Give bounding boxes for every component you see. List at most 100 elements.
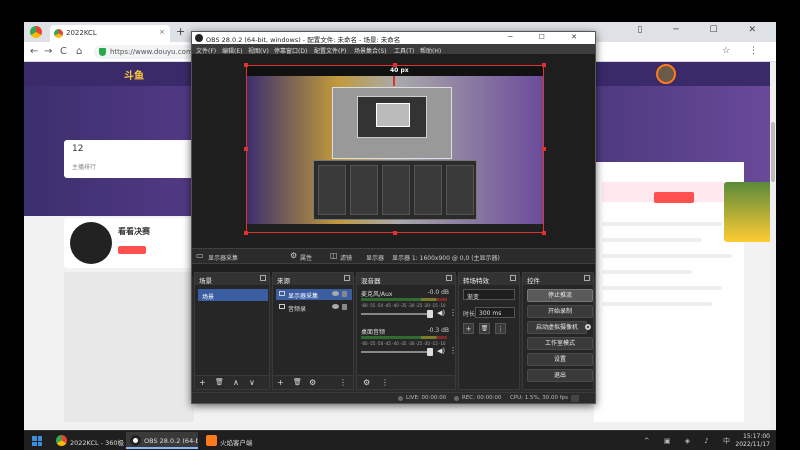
chat-action-button[interactable] bbox=[654, 192, 694, 203]
forward-icon[interactable]: → bbox=[44, 46, 52, 57]
sources-title: 来源 bbox=[277, 277, 290, 285]
speaker-icon[interactable]: ◀) bbox=[437, 347, 445, 355]
studio-mode-button[interactable]: 工作室模式 bbox=[527, 337, 593, 350]
volume-slider[interactable] bbox=[361, 348, 433, 356]
undock-icon[interactable] bbox=[510, 275, 516, 281]
clock-time: 15:17:00 bbox=[743, 433, 770, 440]
undock-icon[interactable] bbox=[344, 275, 350, 281]
exit-button[interactable]: 退出 bbox=[527, 369, 593, 382]
display-select[interactable]: 显示器 1: 1600x900 @ 0,0 (主显示器) bbox=[392, 253, 500, 262]
reload-icon[interactable]: C bbox=[60, 46, 67, 57]
controls-title: 控件 bbox=[527, 277, 540, 285]
system-tray-icons[interactable]: ^ ▣ ◈ ♪ 中 bbox=[644, 436, 736, 446]
mixer-footer: ⚙ ⋮ bbox=[357, 375, 455, 389]
gear-icon[interactable]: ⚙ bbox=[363, 378, 370, 387]
scene-item[interactable]: 场景 bbox=[198, 289, 268, 301]
more-icon[interactable]: ⋮ bbox=[449, 308, 457, 317]
follow-badge[interactable] bbox=[118, 246, 146, 254]
move-down-icon[interactable]: ∨ bbox=[249, 378, 255, 387]
obs-preview[interactable]: 40 px bbox=[192, 54, 595, 276]
obs-window-controls[interactable]: ─ ☐ ✕ bbox=[508, 33, 589, 41]
tab-close-icon[interactable]: × bbox=[159, 28, 165, 36]
preview-capture bbox=[247, 76, 543, 232]
browser-logo-icon[interactable] bbox=[30, 26, 42, 38]
start-icon[interactable] bbox=[32, 436, 42, 446]
mirror-panel bbox=[350, 165, 378, 215]
site-stats-card[interactable]: 12 主播排行 bbox=[64, 140, 194, 178]
transition-select[interactable]: 渐变 bbox=[463, 289, 515, 301]
stat-count: 12 bbox=[72, 144, 84, 154]
resize-handle[interactable] bbox=[542, 63, 546, 67]
obs-icon bbox=[130, 435, 141, 446]
filters-button[interactable]: 滤镜 bbox=[340, 253, 352, 262]
remove-transition-button[interactable]: 🗑 bbox=[479, 323, 490, 334]
settings-button[interactable]: 设置 bbox=[527, 353, 593, 366]
filter-icon[interactable]: ◫ bbox=[330, 251, 338, 260]
source-item[interactable]: 显示器采集 bbox=[276, 289, 352, 300]
resize-handle[interactable] bbox=[244, 147, 248, 151]
browser-icon bbox=[56, 435, 67, 446]
mixer-header: 混音器 bbox=[357, 273, 455, 285]
add-transition-button[interactable]: + bbox=[463, 323, 474, 334]
lock-icon[interactable] bbox=[342, 304, 347, 310]
scenes-title: 场景 bbox=[199, 277, 212, 285]
user-avatar[interactable] bbox=[656, 64, 676, 84]
start-virtual-camera-button[interactable]: 启动虚拟摄像机 bbox=[527, 321, 587, 334]
taskbar-app-flame[interactable]: 火焰客户端 bbox=[202, 432, 274, 449]
home-icon[interactable]: ⌂ bbox=[76, 46, 82, 57]
duration-input[interactable]: 300 ms bbox=[475, 307, 515, 318]
resize-handle[interactable] bbox=[393, 231, 397, 235]
more-icon[interactable]: ⋮ bbox=[339, 378, 347, 387]
live-time: LIVE: 00:00:00 bbox=[406, 395, 447, 401]
slider-knob[interactable] bbox=[427, 348, 433, 356]
lock-icon[interactable] bbox=[342, 291, 347, 297]
eye-icon[interactable] bbox=[332, 291, 339, 296]
undock-icon[interactable] bbox=[584, 275, 590, 281]
undock-icon[interactable] bbox=[446, 275, 452, 281]
speaker-icon[interactable]: ◀) bbox=[437, 309, 445, 317]
add-icon[interactable]: + bbox=[199, 378, 206, 387]
address-bar[interactable]: https://www.douyu.com/9 bbox=[94, 45, 194, 59]
properties-button[interactable]: 属性 bbox=[300, 253, 312, 262]
back-icon[interactable]: ← bbox=[30, 46, 38, 57]
more-icon[interactable]: ⋮ bbox=[449, 346, 457, 355]
start-recording-button[interactable]: 开始录制 bbox=[527, 305, 593, 318]
transition-more-button[interactable]: ⋮ bbox=[495, 323, 506, 334]
resize-handle[interactable] bbox=[244, 63, 248, 67]
more-icon[interactable]: ⋮ bbox=[381, 378, 389, 387]
taskbar-app-browser[interactable]: 2022KCL - 360极... bbox=[52, 432, 124, 449]
slider-knob[interactable] bbox=[427, 310, 433, 318]
site-ad-image[interactable] bbox=[724, 182, 772, 242]
browser-menu-icons[interactable]: ☆ ⋮ bbox=[722, 46, 766, 56]
resize-handle[interactable] bbox=[393, 63, 397, 67]
trash-icon[interactable]: 🗑 bbox=[293, 378, 302, 386]
windows-taskbar: 2022KCL - 360极... OBS 28.0.2 (64-bi... 火… bbox=[24, 430, 776, 450]
streamer-card[interactable]: 看看决赛 bbox=[64, 218, 194, 268]
gear-icon[interactable]: ⚙ bbox=[309, 378, 316, 387]
resize-handle[interactable] bbox=[542, 147, 546, 151]
undock-icon[interactable] bbox=[260, 275, 266, 281]
taskbar-app-obs[interactable]: OBS 28.0.2 (64-bi... bbox=[126, 432, 198, 449]
source-item[interactable]: 音频录 bbox=[276, 302, 352, 313]
move-up-icon[interactable]: ∧ bbox=[233, 378, 239, 387]
eye-icon[interactable] bbox=[332, 304, 339, 309]
add-icon[interactable]: + bbox=[277, 378, 284, 387]
scrollbar-thumb[interactable] bbox=[771, 122, 775, 182]
stop-streaming-button[interactable]: 停止推流 bbox=[527, 289, 593, 302]
trash-icon[interactable]: 🗑 bbox=[215, 378, 224, 386]
browser-window-controls[interactable]: ▯ ─ ☐ ✕ bbox=[637, 25, 770, 35]
meter-scale: -60 -55 -50 -45 -40 -35 -30 -25 -20 -15 … bbox=[361, 303, 447, 308]
browser-scrollbar[interactable] bbox=[770, 62, 776, 430]
gear-icon[interactable] bbox=[585, 324, 591, 330]
new-tab-button[interactable]: + bbox=[176, 25, 185, 38]
resize-handle[interactable] bbox=[542, 231, 546, 235]
taskbar-clock[interactable]: 15:17:00 2022/11/17 bbox=[735, 433, 770, 449]
browser-tab[interactable]: 2022KCL × bbox=[50, 25, 170, 42]
obs-titlebar[interactable]: OBS 28.0.2 (64-bit, windows) - 配置文件: 未命名… bbox=[192, 32, 595, 44]
resize-handle[interactable] bbox=[244, 231, 248, 235]
site-logo[interactable]: 斗鱼 bbox=[124, 67, 144, 82]
preview-source-box[interactable]: 40 px bbox=[246, 65, 544, 233]
volume-slider[interactable] bbox=[361, 310, 433, 318]
gear-icon[interactable]: ⚙ bbox=[290, 251, 297, 260]
mirror-panel bbox=[382, 165, 410, 215]
